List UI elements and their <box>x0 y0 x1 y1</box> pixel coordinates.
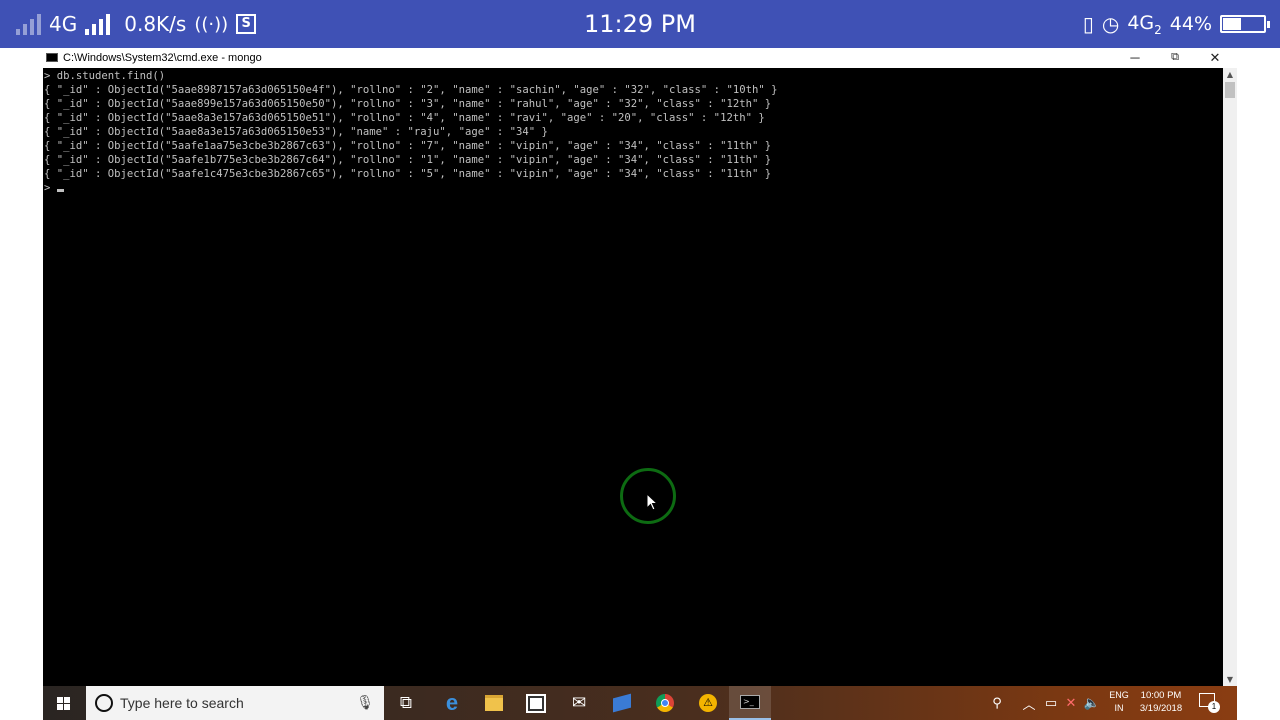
alarm-icon: ◷ <box>1101 12 1120 36</box>
text-cursor <box>56 189 64 192</box>
phone-status-bar: 4G 0.8K/s ((·)) S 11:29 PM ▯ ◷ 4G2 44% <box>0 0 1280 48</box>
microphone-icon[interactable]: 🎙 <box>356 694 374 711</box>
console-line: > db.student.find() <box>44 70 166 82</box>
console-line: { "_id" : ObjectId("5aafe1b775e3cbe3b286… <box>44 154 772 166</box>
network-type-right: 4G2 <box>1127 11 1162 37</box>
cmd-taskbar-icon[interactable]: >_ <box>729 686 771 720</box>
vibrate-icon: ▯ <box>1082 12 1094 36</box>
battery-percent: 44% <box>1169 13 1212 35</box>
network-tray-icon[interactable]: ✕ <box>1061 686 1081 720</box>
console-line: { "_id" : ObjectId("5aafe1aa75e3cbe3b286… <box>44 140 772 152</box>
task-view-icon[interactable]: ⧉ <box>385 686 427 720</box>
taskbar-clock[interactable]: 10:00 PM 3/19/2018 <box>1133 689 1189 715</box>
volume-icon[interactable]: 🔈 <box>1081 686 1103 720</box>
maximize-button[interactable]: ⧉ <box>1155 48 1195 68</box>
windows-logo-tile <box>64 697 70 703</box>
status-right: ▯ ◷ 4G2 44% <box>1082 0 1270 48</box>
cortana-icon <box>95 694 113 712</box>
battery-tray-icon[interactable]: ▭ <box>1041 686 1061 720</box>
cmd-icon <box>46 53 58 62</box>
region-code: IN <box>1114 703 1124 713</box>
mail-icon[interactable]: ✉ <box>558 686 600 720</box>
console-output[interactable]: > db.student.find() { "_id" : ObjectId("… <box>43 68 1223 687</box>
clock-date: 3/19/2018 <box>1139 703 1183 714</box>
warning-app-icon[interactable]: ⚠ <box>687 686 729 720</box>
people-icon[interactable]: ⚲ <box>986 686 1008 720</box>
close-button[interactable]: ✕ <box>1195 48 1235 68</box>
app-icon[interactable] <box>601 686 643 720</box>
scroll-up-icon[interactable]: ▲ <box>1223 70 1237 79</box>
language-code: ENG <box>1109 690 1129 700</box>
vertical-scrollbar[interactable]: ▲ ▼ <box>1223 68 1237 686</box>
console-line: { "_id" : ObjectId("5aae8a3e157a63d06515… <box>44 112 765 124</box>
windows-logo-tile <box>57 704 63 710</box>
battery-level <box>1223 18 1241 30</box>
console-prompt-line[interactable]: > <box>43 181 1223 195</box>
file-explorer-icon[interactable] <box>473 686 515 720</box>
cmd-window[interactable]: C:\Windows\System32\cmd.exe - mongo ─ ⧉ … <box>43 48 1237 687</box>
battery-icon <box>1220 15 1270 33</box>
windows-logo-icon <box>57 697 63 703</box>
notification-count: 1 <box>1208 701 1220 713</box>
windows-logo-tile <box>64 704 70 710</box>
window-titlebar[interactable]: C:\Windows\System32\cmd.exe - mongo ─ ⧉ … <box>43 48 1237 68</box>
windows-taskbar: Type here to search 🎙 ⧉ e ✉ ⚠ >_ ⚲ ︿ ▭ ✕… <box>43 686 1237 720</box>
console-line: { "_id" : ObjectId("5aae8a3e157a63d06515… <box>44 126 548 138</box>
edge-icon[interactable]: e <box>431 686 473 720</box>
minimize-button[interactable]: ─ <box>1115 48 1155 68</box>
chrome-icon[interactable] <box>644 686 686 720</box>
language-indicator[interactable]: ENG IN <box>1103 689 1135 715</box>
window-title: C:\Windows\System32\cmd.exe - mongo <box>63 52 262 64</box>
clock-time: 10:00 PM <box>1140 690 1182 701</box>
mouse-pointer-icon <box>646 493 658 511</box>
scrollbar-thumb[interactable] <box>1225 82 1235 98</box>
store-icon[interactable] <box>515 686 557 720</box>
start-button[interactable] <box>43 686 85 720</box>
console-line: { "_id" : ObjectId("5aae899e157a63d06515… <box>44 98 772 110</box>
console-prompt: > <box>44 182 57 194</box>
scroll-down-icon[interactable]: ▼ <box>1223 675 1237 684</box>
action-center-icon[interactable]: 1 <box>1199 693 1220 713</box>
taskbar-search-box[interactable]: Type here to search 🎙 <box>86 686 384 720</box>
tray-chevron-icon[interactable]: ︿ <box>1019 686 1039 720</box>
console-line: { "_id" : ObjectId("5aae8987157a63d06515… <box>44 84 778 96</box>
console-line: { "_id" : ObjectId("5aafe1c475e3cbe3b286… <box>44 168 772 180</box>
search-placeholder: Type here to search <box>120 695 244 711</box>
